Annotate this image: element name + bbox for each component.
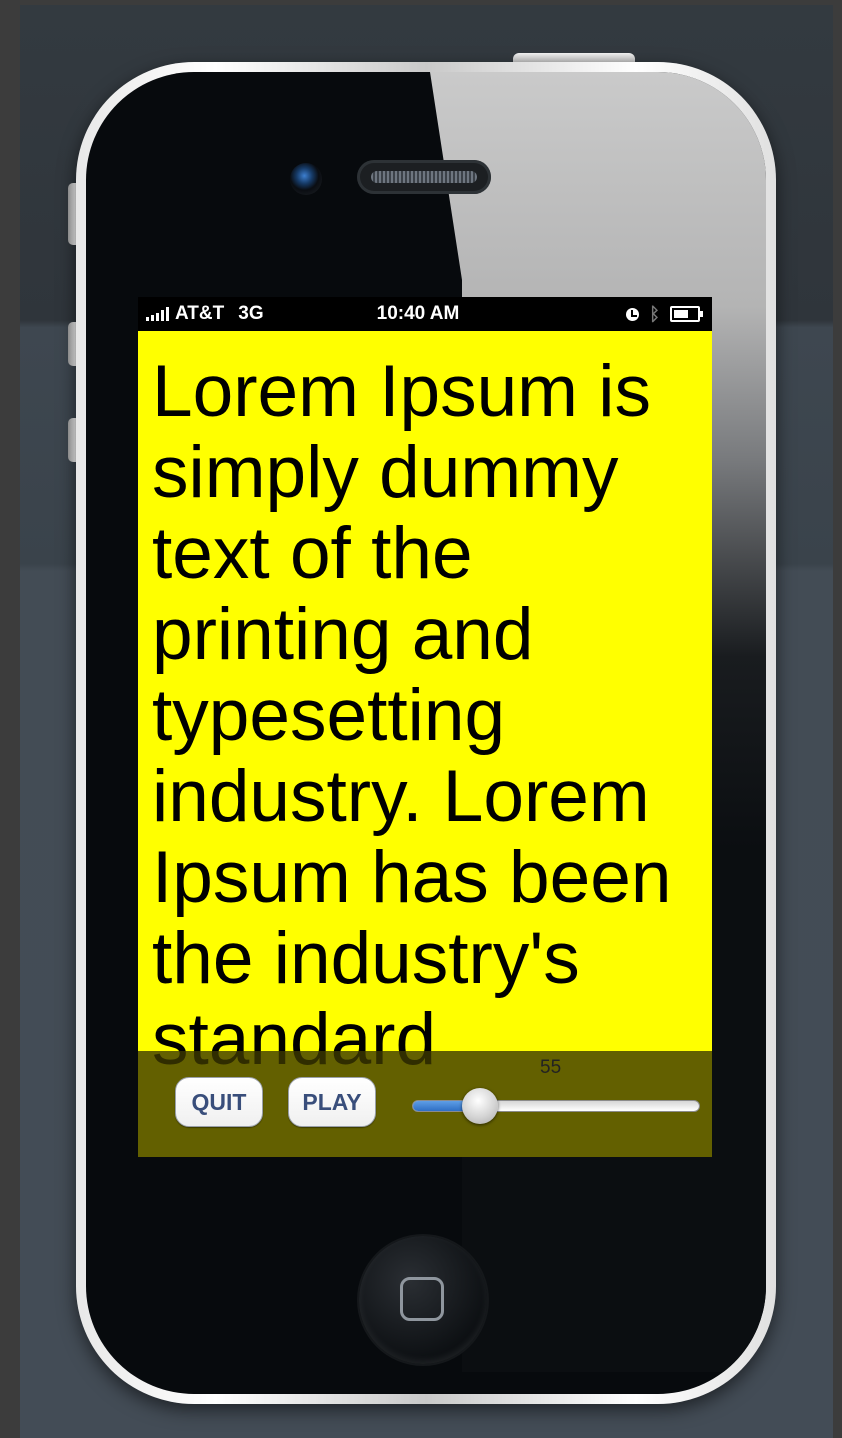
control-bar: QUIT PLAY 55: [138, 1051, 712, 1157]
slider-value-label: 55: [540, 1057, 562, 1078]
speed-slider-track[interactable]: [412, 1100, 700, 1112]
status-bar: AT&T 3G 10:40 AM ᛒ: [138, 297, 712, 331]
speed-slider-thumb[interactable]: [462, 1088, 498, 1124]
battery-icon: [670, 306, 703, 322]
camera-icon: [290, 163, 322, 195]
status-bar-right: ᛒ: [626, 297, 703, 331]
home-button-icon: [400, 1277, 444, 1321]
lock-rotation-icon: [626, 307, 640, 321]
app-screen: AT&T 3G 10:40 AM ᛒ Lorem Ipsum is simply…: [138, 297, 712, 1157]
home-button[interactable]: [359, 1236, 487, 1364]
bluetooth-icon: ᛒ: [649, 304, 660, 324]
scrolling-text: Lorem Ipsum is simply dummy text of the …: [152, 351, 672, 1080]
play-button[interactable]: PLAY: [288, 1077, 376, 1127]
time-label: 10:40 AM: [376, 303, 460, 324]
speaker-icon: [357, 160, 491, 194]
quit-button[interactable]: QUIT: [175, 1077, 263, 1127]
